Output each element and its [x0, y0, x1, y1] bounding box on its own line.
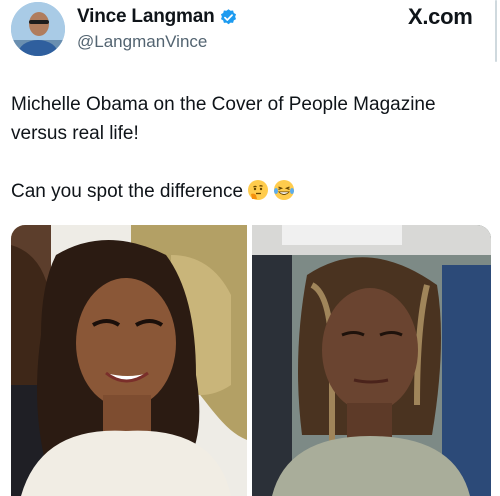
- display-name[interactable]: Vince Langman: [77, 6, 215, 28]
- tweet-text-line: Michelle Obama on the Cover of People Ma…: [11, 94, 436, 144]
- avatar[interactable]: [11, 2, 65, 56]
- source-label: X.com: [408, 4, 473, 29]
- tweet-text: Michelle Obama on the Cover of People Ma…: [11, 90, 491, 206]
- magazine-cover-photo[interactable]: [11, 225, 247, 496]
- thinking-face-icon: [248, 180, 269, 200]
- verified-badge-icon: [221, 8, 237, 24]
- tweet-header: Vince Langman @LangmanVince X.com: [0, 0, 500, 60]
- name-row: Vince Langman: [77, 6, 238, 28]
- candid-street-photo-icon: [252, 225, 491, 496]
- tweet-media: [11, 225, 491, 496]
- magazine-cover-photo-icon: [11, 225, 247, 496]
- candid-street-photo[interactable]: [252, 225, 491, 496]
- tweet-text-question: Can you spot the difference: [11, 177, 491, 206]
- profile-photo-icon: [11, 2, 65, 56]
- question-text: Can you spot the difference: [11, 181, 244, 202]
- user-handle[interactable]: @LangmanVince: [77, 32, 207, 52]
- laughing-with-tears-icon: [274, 180, 295, 200]
